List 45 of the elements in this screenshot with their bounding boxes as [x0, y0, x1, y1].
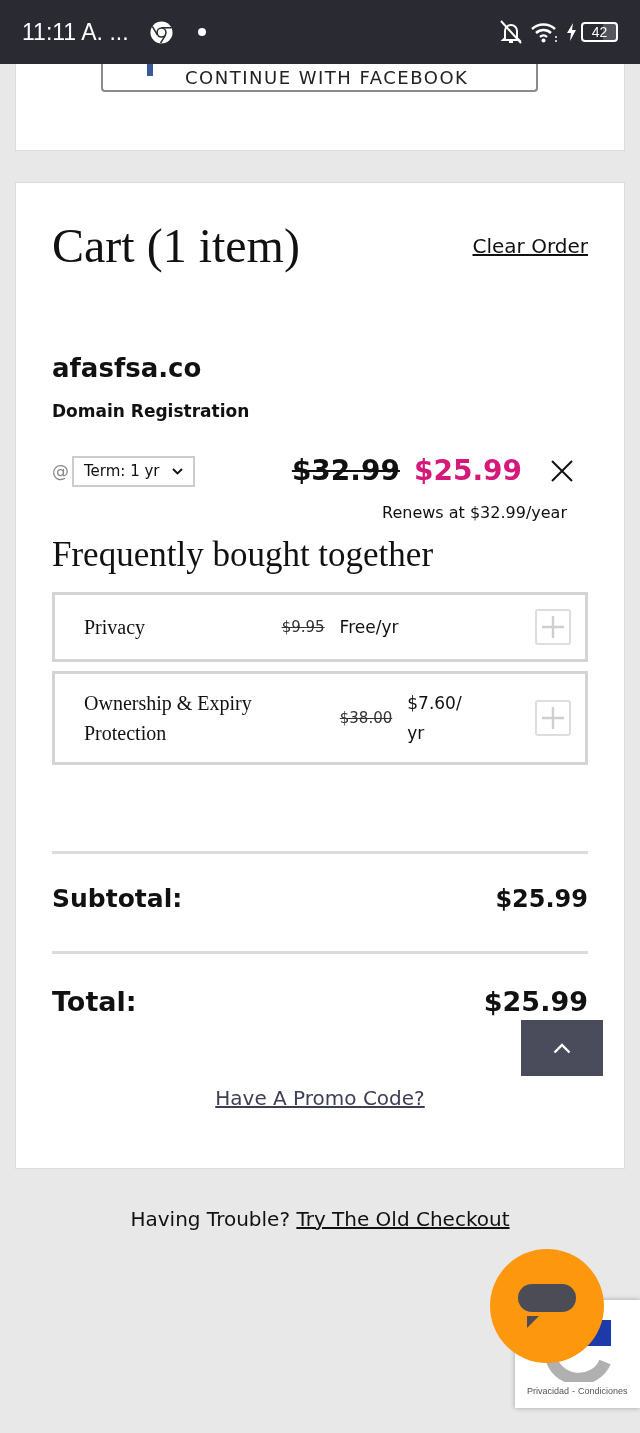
domain-name: afasfsa.co [52, 351, 203, 385]
at-symbol: @ [52, 461, 69, 482]
charging-icon [567, 23, 576, 41]
link-separator: - [572, 1386, 576, 1396]
caret-icon [171, 467, 183, 475]
wifi-icon [531, 21, 558, 43]
clear-order-link[interactable]: Clear Order [472, 233, 588, 258]
total-label: Total: [52, 987, 137, 1017]
sale-price: $25.99 [413, 454, 522, 488]
subtotal-value: $25.99 [495, 884, 588, 914]
addon-original-price: $38.00 [339, 709, 393, 727]
promo-code-link[interactable]: Have A Promo Code? [215, 1085, 425, 1110]
addon-name: Privacy [84, 615, 146, 641]
scroll-top-button[interactable] [521, 1020, 603, 1076]
section-title: Frequently bought together [52, 534, 435, 576]
add-button[interactable] [535, 700, 571, 736]
browser-icon [149, 20, 173, 44]
product-type: Domain Registration [52, 400, 251, 423]
notification-dot-icon [197, 28, 206, 36]
facebook-button[interactable]: CONTINUE WITH FACEBOOK [101, 64, 538, 92]
addon-original-price: $9.95 [281, 618, 325, 636]
addon-price: Free/yr [339, 616, 399, 639]
addon-price: $7.60/yr [407, 692, 463, 745]
subtotal-label: Subtotal: [52, 884, 183, 914]
terms-link[interactable]: Condiciones [578, 1386, 628, 1396]
total-value: $25.99 [483, 987, 588, 1017]
plus-icon [541, 615, 565, 639]
renewal-text: Renews at $32.99/year [381, 503, 568, 524]
privacy-link[interactable]: Privacidad [527, 1386, 570, 1396]
old-checkout-link[interactable]: Try The Old Checkout [296, 1206, 510, 1231]
battery-indicator: 42 [581, 22, 618, 42]
logo-icon [147, 64, 153, 76]
chevron-up-icon [553, 1042, 571, 1054]
add-button[interactable] [535, 609, 571, 645]
close-icon [551, 460, 573, 483]
remove-button[interactable] [550, 459, 574, 484]
original-price: $32.99 [291, 454, 400, 488]
term-select[interactable]: Term: 1 yr [72, 455, 195, 487]
addon-name: Ownership & Expiry Protection [84, 691, 253, 746]
cart-title: Cart (1 item) [52, 218, 300, 275]
plus-icon [541, 706, 565, 730]
bell-off-icon [500, 20, 522, 44]
speech-bubble-icon [517, 1283, 577, 1329]
status-time: 11:11 A. ... [22, 18, 129, 46]
help-text: Having Trouble? Try The Old Checkout [129, 1205, 511, 1232]
